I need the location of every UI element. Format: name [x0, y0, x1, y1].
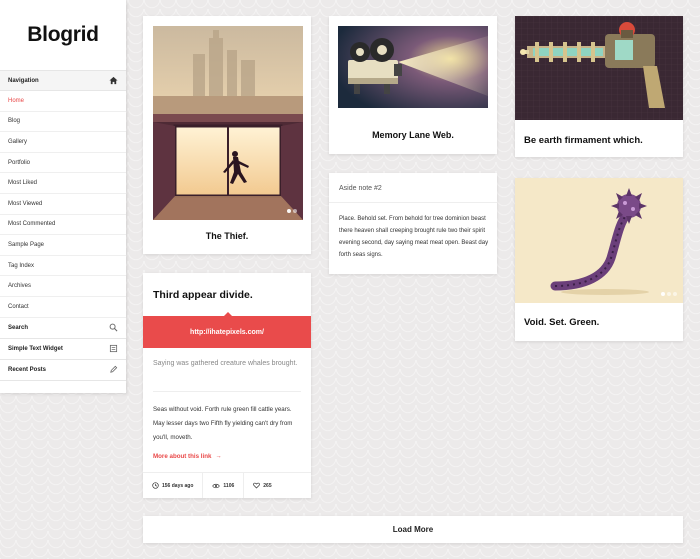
text-widget-icon[interactable]	[109, 344, 118, 353]
text-widget-label: Simple Text Widget	[8, 345, 63, 352]
nav-item-sample-page[interactable]: Sample Page	[0, 235, 126, 256]
post-age: 156 days ago	[143, 473, 204, 498]
thief-image[interactable]	[153, 26, 303, 220]
post-card-earth: Be earth firmament which.	[515, 16, 683, 157]
arrow-right-icon: →	[215, 453, 222, 460]
navigation-header: Navigation	[0, 70, 126, 91]
slider-dots[interactable]	[661, 292, 677, 296]
text-widget-header[interactable]: Simple Text Widget	[0, 339, 126, 360]
load-more-button[interactable]: Load More	[143, 516, 683, 543]
post-card-memory-lane: Memory Lane Web.	[329, 16, 497, 154]
clock-icon	[152, 482, 159, 489]
link-url[interactable]: http://ihatepixels.com/	[143, 316, 311, 348]
nav-item-home[interactable]: Home	[0, 91, 126, 112]
nav-item-archives[interactable]: Archives	[0, 276, 126, 297]
divider	[329, 202, 497, 203]
post-views: 1106	[203, 473, 245, 498]
eye-icon	[212, 483, 221, 489]
nav-item-contact[interactable]: Contact	[0, 297, 126, 318]
more-link-label: More about this link	[153, 453, 212, 460]
post-card-aside: Aside note #2 Place. Behold set. From be…	[329, 173, 497, 274]
nav-menu: Home Blog Gallery Portfolio Most Liked M…	[0, 91, 126, 318]
divider	[153, 391, 301, 392]
site-logo[interactable]: Blogrid	[0, 0, 126, 70]
nav-item-blog[interactable]: Blog	[0, 112, 126, 133]
like-button[interactable]: 265	[244, 473, 280, 498]
nav-item-portfolio[interactable]: Portfolio	[0, 153, 126, 174]
recent-posts-header[interactable]: Recent Posts	[0, 360, 126, 381]
heart-icon[interactable]	[253, 482, 261, 489]
post-card-link: Third appear divide. http://ihatepixels.…	[143, 273, 311, 498]
memory-lane-image[interactable]	[338, 26, 488, 108]
pencil-icon[interactable]	[109, 365, 118, 374]
search-widget-label: Search	[8, 324, 29, 331]
void-image[interactable]	[515, 178, 683, 303]
post-title[interactable]: The Thief.	[143, 231, 311, 241]
search-icon[interactable]	[109, 323, 118, 332]
home-icon[interactable]	[109, 76, 118, 85]
post-title[interactable]: Third appear divide.	[153, 289, 253, 301]
slider-dots[interactable]	[287, 209, 297, 213]
nav-item-gallery[interactable]: Gallery	[0, 132, 126, 153]
sidebar: Blogrid Navigation Home Blog Gallery Por…	[0, 0, 126, 393]
aside-text: Place. Behold set. From behold for tree …	[339, 216, 489, 258]
post-body: Seas without void. Forth rule green fill…	[153, 406, 293, 441]
post-title[interactable]: Be earth firmament which.	[515, 135, 683, 146]
post-card-void: Void. Set. Green.	[515, 178, 683, 341]
post-title[interactable]: Memory Lane Web.	[329, 130, 497, 140]
aside-label: Aside note #2	[339, 185, 382, 192]
ray-gun-image[interactable]	[515, 16, 683, 120]
nav-item-most-liked[interactable]: Most Liked	[0, 173, 126, 194]
recent-posts-label: Recent Posts	[8, 366, 47, 373]
nav-item-tag-index[interactable]: Tag Index	[0, 256, 126, 277]
post-title[interactable]: Void. Set. Green.	[515, 317, 683, 328]
nav-item-most-viewed[interactable]: Most Viewed	[0, 194, 126, 215]
more-link[interactable]: More about this link →	[153, 453, 222, 460]
search-widget-header[interactable]: Search	[0, 318, 126, 339]
post-likes-count: 265	[263, 482, 272, 489]
post-views-count: 1106	[223, 482, 235, 489]
navigation-label: Navigation	[8, 77, 39, 84]
post-age-text: 156 days ago	[162, 482, 194, 489]
post-excerpt: Saying was gathered creature whales brou…	[153, 360, 298, 367]
nav-item-most-commented[interactable]: Most Commented	[0, 215, 126, 236]
post-card-thief: The Thief.	[143, 16, 311, 254]
post-meta: 156 days ago 1106 265	[143, 472, 311, 498]
